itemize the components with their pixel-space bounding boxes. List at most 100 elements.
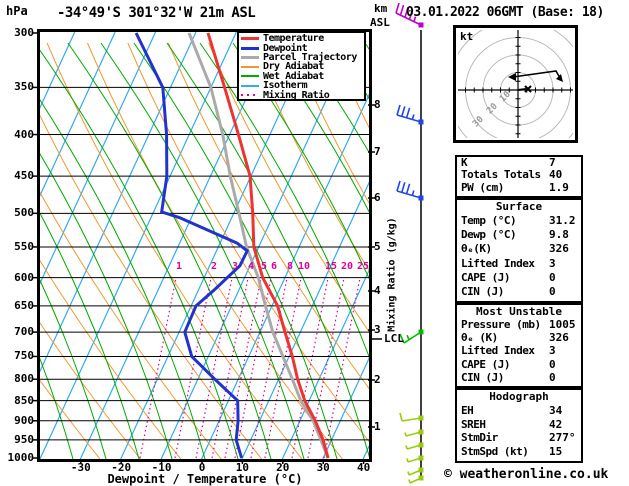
panel-title: Hodograph — [489, 390, 549, 403]
panel-title: Surface — [495, 200, 543, 213]
temp-tick-label: 40 — [356, 461, 371, 474]
km-tick-label: 6 — [374, 191, 381, 204]
panel-row: CAPE (J) 0 — [457, 271, 581, 285]
panel-row-value: 3 — [549, 256, 556, 270]
pressure-tick-label: 400 — [14, 127, 34, 141]
panel-row-value: 9.8 — [549, 228, 569, 242]
hodograph-unit-label: kt — [460, 30, 474, 43]
panel-row-label: θₑ(K) — [461, 242, 492, 256]
legend-label: Mixing Ratio — [263, 89, 330, 101]
hodograph-inner — [458, 30, 573, 138]
pressure-tick-label: 750 — [14, 349, 34, 363]
panel-row: Pressure (mb) 1005 — [457, 318, 581, 331]
panel-row-label: Dewp (°C) — [461, 228, 517, 242]
panel-row-value: 0 — [549, 284, 556, 298]
pressure-tick-label: 550 — [14, 239, 34, 253]
legend-swatch-mixing-ratio — [241, 94, 259, 97]
panel-row-label: EH — [461, 403, 474, 417]
panel-row-value: 31.2 — [549, 214, 576, 228]
panel-row-label: CIN (J) — [461, 284, 504, 298]
legend-label: Isotherm — [263, 80, 308, 92]
panel-row-label: Lifted Index — [461, 256, 535, 270]
panel-row-value: 326 — [549, 242, 569, 256]
pressure-tick-label: 950 — [14, 432, 34, 446]
panel-row-value: 1005 — [549, 318, 576, 332]
km-tick-label: 7 — [374, 145, 381, 158]
legend-entry: Isotherm — [241, 80, 364, 92]
km-tick-label: 1 — [374, 420, 381, 433]
datetime-title: 03.01.2022 06GMT (Base: 18) — [406, 5, 604, 20]
pressure-tick-label: 800 — [14, 372, 34, 386]
panel-row-label: Totals Totals — [461, 168, 541, 182]
mixing-ratio-label: 4 — [247, 261, 255, 272]
panel-row-value: 3 — [549, 344, 556, 358]
mixing-ratio-label: 3 — [231, 261, 239, 272]
pressure-tick-label: 900 — [14, 413, 34, 427]
pressure-axis-unit: hPa — [6, 4, 28, 18]
mixing-ratio-lines — [139, 277, 361, 459]
panel-row: θₑ (K) 326 — [457, 331, 581, 344]
km-tick-label: 5 — [374, 240, 381, 253]
x-axis-title: Dewpoint / Temperature (°C) — [107, 472, 303, 486]
panel-row: Dewp (°C) 9.8 — [457, 228, 581, 242]
panel-row-label: SREH — [461, 417, 486, 431]
panel-row-value: 34 — [549, 403, 563, 417]
km-axis-unit: km — [374, 2, 388, 15]
km-tick-label: 4 — [374, 284, 381, 297]
panel-row: Lifted Index 3 — [457, 344, 581, 357]
panel-row-label: K — [461, 156, 468, 169]
copyright-footer: © weatheronline.co.uk — [444, 467, 609, 482]
mixing-ratio-axis-title: Mixing Ratio (g/kg) — [386, 217, 398, 332]
mixing-ratio-label: 6 — [270, 261, 278, 272]
panel-row-value: 0 — [549, 357, 556, 371]
panel-row: StmDir 277° — [457, 431, 581, 445]
panel-row-label: StmSpd (kt) — [461, 445, 529, 459]
panel-row: CAPE (J) 0 — [457, 358, 581, 371]
km-tick-label: 8 — [374, 98, 381, 111]
panel-row-value: 40 — [549, 168, 563, 182]
km-tick-label: 2 — [374, 373, 381, 386]
legend-swatch-parcel-trajectory — [241, 55, 259, 59]
legend-swatch-dry-adiabat — [241, 65, 259, 68]
panel-row: PW (cm) 1.9 — [457, 180, 581, 194]
legend-entry: Mixing Ratio — [241, 89, 364, 101]
wind-barb-column — [395, 2, 424, 484]
mixing-ratio-label: 1 — [175, 261, 183, 272]
skewt-sounding-page: hPa -34°49'S 301°32'W 21m ASL km ASL 03.… — [0, 0, 629, 486]
panel-row: CIN (J) 0 — [457, 285, 581, 299]
panel-row-label: CAPE (J) — [461, 270, 510, 284]
panel-title: Most Unstable — [475, 305, 563, 318]
station-title: -34°49'S 301°32'W 21m ASL — [57, 5, 256, 21]
panel-row-label: CIN (J) — [461, 370, 504, 384]
pressure-tick-label: 300 — [14, 26, 34, 39]
mixing-ratio-label: 2 — [210, 261, 218, 272]
legend-box: Temperature Dewpoint Parcel Trajectory Dry … — [237, 31, 366, 101]
hodograph-stats-panel: Hodograph EH 34 SREH 42 StmDir 277° StmSpd (kt)… — [455, 388, 583, 463]
legend-swatch-dewpoint — [241, 46, 259, 50]
wind-barb — [408, 475, 424, 484]
mixing-ratio-label: 25 — [356, 261, 370, 272]
pressure-tick-label: 500 — [14, 206, 34, 220]
pressure-tick-label: 450 — [14, 169, 34, 183]
km-tick-label: 3 — [374, 323, 381, 336]
wind-barb — [396, 104, 424, 125]
legend-swatch-isotherm — [241, 84, 259, 87]
panel-row-label: Pressure (mb) — [461, 318, 541, 332]
asl-axis-unit: ASL — [370, 16, 390, 29]
panel-row-label: PW (cm) — [461, 180, 504, 194]
wind-barb — [396, 180, 424, 201]
panel-row-value: 15 — [549, 445, 563, 459]
panel-row-value: 326 — [549, 331, 569, 345]
mixing-ratio-label: 15 — [324, 261, 338, 272]
panel-row-value: 42 — [549, 417, 563, 431]
wind-barb — [399, 412, 424, 422]
panel-row: EH 34 — [457, 404, 581, 418]
legend-label: Temperature — [263, 33, 324, 45]
mixing-ratio-label: 8 — [286, 261, 294, 272]
lcl-label: LCL — [384, 332, 404, 345]
stability-indices-panel: K 7 Totals Totals 40 PW (cm) 1.9 — [455, 155, 583, 198]
pressure-tick-label: 850 — [14, 393, 34, 407]
pressure-tick-label: 350 — [14, 80, 34, 94]
panel-row: θₑ(K) 326 — [457, 242, 581, 256]
panel-row-value: 0 — [549, 370, 556, 384]
